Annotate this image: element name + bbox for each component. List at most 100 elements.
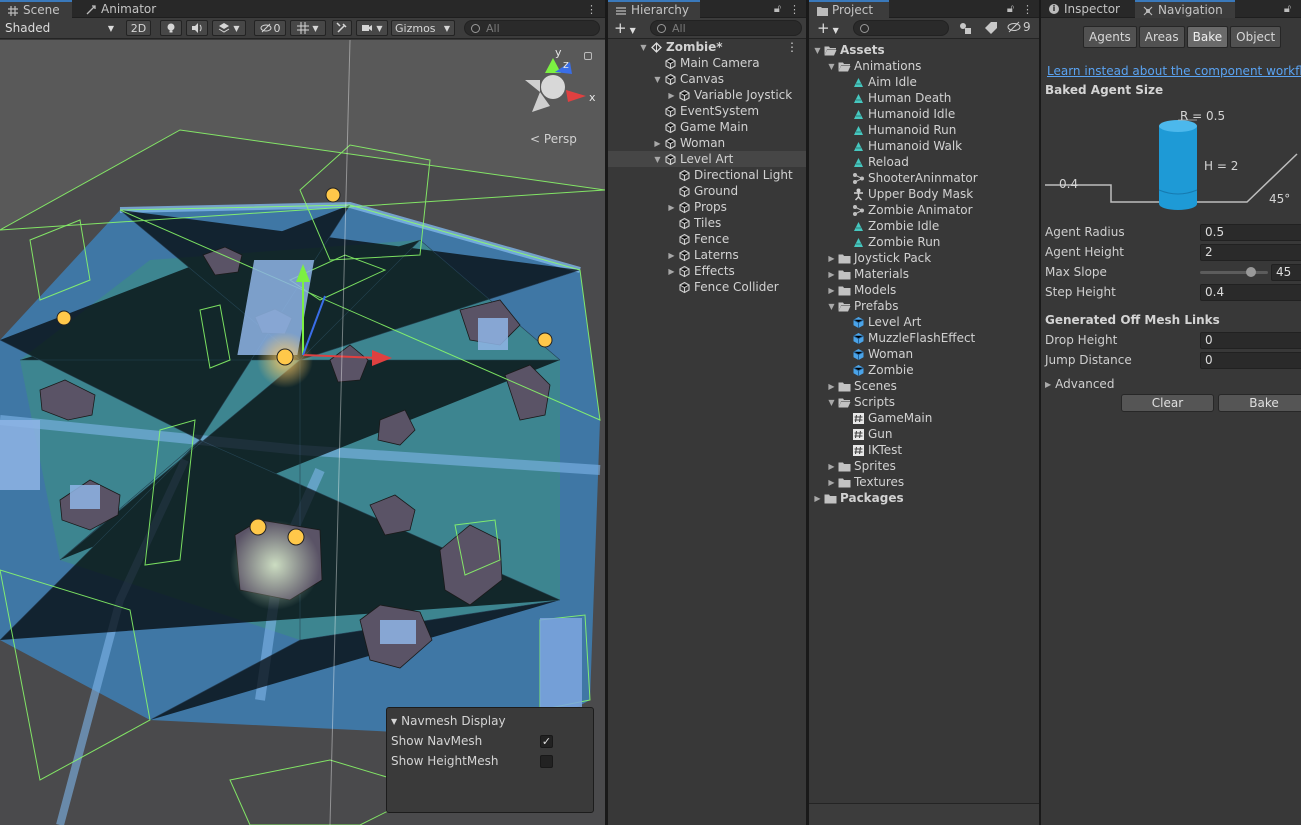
- hierarchy-item[interactable]: Fence: [608, 231, 806, 247]
- max-slope-field[interactable]: 45: [1271, 263, 1301, 281]
- chevron-right-icon[interactable]: ▶: [813, 490, 822, 506]
- hierarchy-item[interactable]: Ground: [608, 183, 806, 199]
- chevron-down-icon[interactable]: ▼: [639, 39, 648, 55]
- chevron-down-icon[interactable]: ▼: [653, 151, 662, 167]
- hierarchy-item[interactable]: ▶ Variable Joystick: [608, 87, 806, 103]
- project-item[interactable]: ▼ Assets: [809, 42, 1039, 58]
- chevron-down-icon[interactable]: ▼: [827, 394, 836, 410]
- project-item[interactable]: Woman: [809, 346, 1039, 362]
- hierarchy-item[interactable]: Main Camera: [608, 55, 806, 71]
- chevron-right-icon[interactable]: ▶: [827, 282, 836, 298]
- project-item[interactable]: ▶ Packages: [809, 490, 1039, 506]
- project-create-dropdown[interactable]: + ▼: [817, 19, 839, 37]
- projection-toggle[interactable]: < Persp: [530, 132, 577, 146]
- hierarchy-item[interactable]: ▶ Laterns: [608, 247, 806, 263]
- chevron-right-icon[interactable]: ▶: [667, 263, 676, 279]
- hierarchy-item[interactable]: Game Main: [608, 119, 806, 135]
- project-item[interactable]: ▶ Sprites: [809, 458, 1039, 474]
- lock-icon[interactable]: 🔓︎: [1284, 2, 1291, 16]
- project-item[interactable]: MuzzleFlashEffect: [809, 330, 1039, 346]
- toggle-2d-button[interactable]: 2D: [126, 20, 151, 36]
- tab-animator[interactable]: Animator: [78, 0, 164, 18]
- hidden-objects-toggle[interactable]: 0: [254, 20, 286, 36]
- project-item[interactable]: GameMain: [809, 410, 1039, 426]
- chevron-down-icon[interactable]: ▼: [827, 298, 836, 314]
- project-item[interactable]: Level Art: [809, 314, 1039, 330]
- kebab-menu-icon[interactable]: ⋮: [586, 3, 597, 16]
- project-item[interactable]: Zombie Idle: [809, 218, 1039, 234]
- navmesh-display-header[interactable]: ▼ Navmesh Display: [391, 712, 589, 730]
- hierarchy-item[interactable]: ▶ Woman: [608, 135, 806, 151]
- hierarchy-item[interactable]: Fence Collider: [608, 279, 806, 295]
- hierarchy-item[interactable]: EventSystem: [608, 103, 806, 119]
- drop-height-field[interactable]: 0: [1200, 331, 1301, 349]
- chevron-down-icon[interactable]: ▼: [813, 42, 822, 58]
- lock-icon[interactable]: [584, 52, 592, 60]
- project-item[interactable]: Aim Idle: [809, 74, 1039, 90]
- project-item[interactable]: ▼ Animations: [809, 58, 1039, 74]
- filter-by-label-icon[interactable]: [984, 21, 998, 35]
- project-item[interactable]: Zombie Animator: [809, 202, 1039, 218]
- jump-distance-field[interactable]: 0: [1200, 351, 1301, 369]
- scene-search-input[interactable]: All: [464, 20, 600, 36]
- project-item[interactable]: Gun: [809, 426, 1039, 442]
- project-item[interactable]: ▶ Textures: [809, 474, 1039, 490]
- hierarchy-item[interactable]: ▶ Props: [608, 199, 806, 215]
- hierarchy-item[interactable]: ▼ Level Art: [608, 151, 806, 167]
- chevron-right-icon[interactable]: ▶: [667, 199, 676, 215]
- project-item[interactable]: Humanoid Walk: [809, 138, 1039, 154]
- kebab-menu-icon[interactable]: ⋮: [789, 3, 800, 16]
- show-heightmesh-checkbox[interactable]: [540, 754, 553, 768]
- grid-snap-dropdown[interactable]: ▼: [290, 20, 326, 36]
- chevron-right-icon[interactable]: ▶: [827, 266, 836, 282]
- tab-scene[interactable]: Scene: [0, 0, 72, 18]
- shading-mode-dropdown[interactable]: Shaded ▼: [0, 20, 118, 36]
- hierarchy-item[interactable]: Directional Light: [608, 167, 806, 183]
- agent-height-field[interactable]: 2: [1200, 243, 1301, 261]
- project-item[interactable]: ▶ Joystick Pack: [809, 250, 1039, 266]
- project-item[interactable]: ▼ Prefabs: [809, 298, 1039, 314]
- hierarchy-item[interactable]: ▶ Effects: [608, 263, 806, 279]
- camera-dropdown[interactable]: ▼: [356, 20, 388, 36]
- project-item[interactable]: Upper Body Mask: [809, 186, 1039, 202]
- hierarchy-item[interactable]: Tiles: [608, 215, 806, 231]
- lighting-toggle-button[interactable]: [160, 20, 182, 36]
- kebab-menu-icon[interactable]: ⋮: [786, 40, 798, 54]
- effects-dropdown[interactable]: ▼: [212, 20, 246, 36]
- chevron-right-icon[interactable]: ▶: [667, 247, 676, 263]
- hierarchy-item[interactable]: ▼ Zombie* ⋮: [608, 39, 806, 55]
- step-height-field[interactable]: 0.4: [1200, 283, 1301, 301]
- project-item[interactable]: Human Death: [809, 90, 1039, 106]
- tab-areas[interactable]: Areas: [1138, 26, 1185, 48]
- chevron-right-icon[interactable]: ▶: [667, 87, 676, 103]
- tab-object[interactable]: Object: [1230, 26, 1282, 48]
- scene-viewport[interactable]: y z x < Persp ▼ Navmesh Display Show Nav…: [0, 40, 605, 825]
- project-item[interactable]: ShooterAninmator: [809, 170, 1039, 186]
- tab-bake[interactable]: Bake: [1186, 26, 1229, 48]
- slider-knob[interactable]: [1246, 267, 1256, 277]
- hidden-packages-toggle[interactable]: 9: [1007, 20, 1031, 34]
- hierarchy-search-input[interactable]: All: [650, 20, 802, 36]
- create-dropdown[interactable]: + ▼: [614, 19, 636, 37]
- audio-toggle-button[interactable]: [186, 20, 208, 36]
- gizmos-dropdown[interactable]: Gizmos ▼: [391, 20, 455, 36]
- project-item[interactable]: ▶ Materials: [809, 266, 1039, 282]
- lock-icon[interactable]: 🔓︎: [774, 2, 781, 16]
- project-item[interactable]: ▼ Scripts: [809, 394, 1039, 410]
- chevron-right-icon[interactable]: ▶: [827, 378, 836, 394]
- tab-hierarchy[interactable]: Hierarchy: [608, 0, 700, 18]
- project-item[interactable]: ▶ Scenes: [809, 378, 1039, 394]
- project-item[interactable]: Zombie Run: [809, 234, 1039, 250]
- filter-by-type-icon[interactable]: [958, 21, 972, 35]
- clear-button[interactable]: Clear: [1121, 394, 1214, 412]
- chevron-right-icon[interactable]: ▶: [827, 250, 836, 266]
- project-item[interactable]: Humanoid Idle: [809, 106, 1039, 122]
- tab-agents[interactable]: Agents: [1083, 26, 1137, 48]
- chevron-right-icon[interactable]: ▶: [653, 135, 662, 151]
- scene-tab-menu[interactable]: ⋮: [586, 0, 597, 18]
- chevron-right-icon[interactable]: ▶: [827, 474, 836, 490]
- agent-radius-field[interactable]: 0.5: [1200, 223, 1301, 241]
- project-search-input[interactable]: [853, 20, 949, 36]
- tab-navigation[interactable]: Navigation: [1135, 0, 1235, 18]
- project-item[interactable]: Zombie: [809, 362, 1039, 378]
